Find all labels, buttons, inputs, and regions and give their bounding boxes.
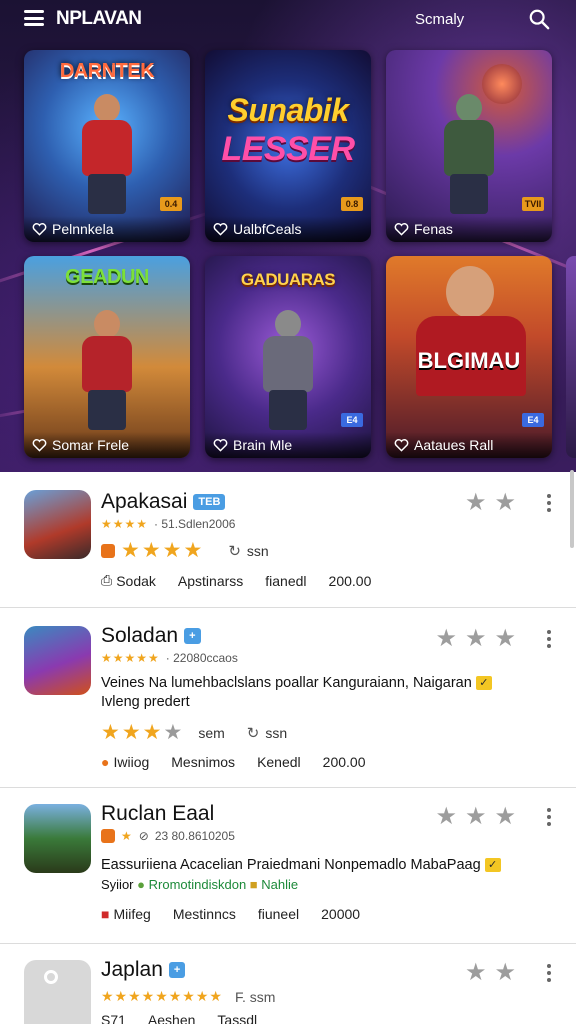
refresh-icon: ↻ <box>228 542 241 560</box>
app-name: Ruclan Eaal <box>101 802 215 825</box>
heart-icon[interactable] <box>394 438 409 452</box>
app-meta: ★★★★ · 51.Sdlen2006 <box>101 517 236 531</box>
game-card[interactable]: TVII Fenas <box>386 50 552 242</box>
card-caption-text: Pеlnnkela <box>52 221 114 237</box>
more-options-icon[interactable] <box>546 494 552 514</box>
check-icon: ✓ <box>475 676 492 691</box>
app-tag: + <box>168 962 186 979</box>
rating-badge: 0.4 <box>160 197 182 211</box>
search-icon[interactable] <box>528 8 550 30</box>
card-caption-text: Fenas <box>414 221 453 237</box>
app-title: NPLAVAN <box>56 8 142 29</box>
app-icon <box>24 626 91 695</box>
rate-stars[interactable]: ★★★ <box>435 802 524 831</box>
heart-icon[interactable] <box>394 222 409 236</box>
game-card[interactable]: Sunabik LESSER 0.8 UalbfCeals <box>205 50 371 242</box>
game-card[interactable]: DARNTEK 0.4 Pеlnnkela <box>24 50 190 242</box>
rate-stars[interactable]: ★★ <box>465 958 524 987</box>
badge-icon <box>101 829 115 843</box>
list-item[interactable]: Japlan + ★★★★★★★★★ F. ssm S71 Aeshen Tassdl… <box>0 944 576 1024</box>
character-figure <box>253 310 323 430</box>
rate-stars[interactable]: ★★★ <box>435 624 524 653</box>
card-caption: Fenas <box>386 216 552 242</box>
card-title-art: Sunabik <box>227 92 349 128</box>
rating-line: ★★★★ ↻ ssn <box>101 538 269 563</box>
badge-icon: ● <box>101 754 110 770</box>
rating-badge: E4 <box>341 413 363 427</box>
rating-badge: TVII <box>522 197 544 211</box>
card-title-art: DARNTEK <box>59 60 155 82</box>
card-caption: Brain Mle <box>205 432 371 458</box>
app-list: Apakasai TEB ★★★★ · 51.Sdlen2006 ★★★★ ↻ ss… <box>0 472 576 1024</box>
heart-icon[interactable] <box>32 438 47 452</box>
app-name: Japlan + <box>101 958 186 982</box>
app-icon <box>24 804 91 873</box>
gift-icon: ■ <box>249 877 258 892</box>
heart-icon[interactable] <box>213 222 228 236</box>
card-caption: Pеlnnkela <box>24 216 190 242</box>
top-app-bar: NPLAVAN Scmaly <box>0 0 576 38</box>
app-meta: ★★★★★ · 22080ccaos <box>101 651 238 665</box>
app-icon <box>24 960 91 1024</box>
promo-icon: ● <box>137 877 145 892</box>
refresh-icon: ↻ <box>246 724 260 742</box>
list-item[interactable]: Soladan + ★★★★★ · 22080ccaos Veines Na lum… <box>0 608 576 788</box>
character-figure <box>72 94 142 214</box>
card-caption: Somar Frele <box>24 432 190 458</box>
rating-line: ★★★★ sem ↻ ssn <box>101 721 288 744</box>
character-figure <box>434 94 504 214</box>
stats-line: ■ Miifeg Mestinncs fiuneel 20000 <box>101 906 361 922</box>
more-options-icon[interactable] <box>546 630 552 650</box>
card-caption-text: Aataues Rall <box>414 437 494 453</box>
game-card[interactable]: BLGIMAU E4 Aataues Rall <box>386 256 552 458</box>
scrollbar[interactable] <box>570 470 574 548</box>
card-caption: Aataues Rall <box>386 432 552 458</box>
card-title-art-2: LESSER <box>221 130 355 168</box>
download-icon: ⎙ <box>101 572 113 588</box>
app-tag: TEB <box>193 494 226 511</box>
card-caption-text: Brain Mle <box>233 437 293 453</box>
menu-icon[interactable] <box>24 10 44 26</box>
stats-line: ● Iwiiog Mesnimos Kenedl 200.00 <box>101 754 366 770</box>
badge-icon: ■ <box>101 906 110 922</box>
info-icon: ⊘ <box>138 829 149 843</box>
next-card-peek[interactable] <box>566 256 576 458</box>
more-options-icon[interactable] <box>546 964 552 984</box>
rating-badge: E4 <box>522 413 544 427</box>
heart-icon[interactable] <box>32 222 47 236</box>
stats-line: S71 Aeshen Tassdl <box>101 1012 258 1024</box>
character-figure <box>72 310 142 430</box>
app-description: Veines Na lumehbaclslans poallar Kangura… <box>101 674 501 712</box>
app-meta: ★ ⊘ 23 80.8610205 <box>101 829 235 843</box>
game-card[interactable]: GEADUN Somar Frele <box>24 256 190 458</box>
heart-icon[interactable] <box>213 438 228 452</box>
app-icon <box>24 490 91 559</box>
stats-line: ⎙ Sodak Apstinarss fianedl 200.00 <box>101 572 372 589</box>
list-item[interactable]: Apakasai TEB ★★★★ · 51.Sdlen2006 ★★★★ ↻ ss… <box>0 472 576 608</box>
app-tag: + <box>184 628 201 645</box>
game-card[interactable]: GADUARAS E4 Brain Mle <box>205 256 371 458</box>
more-options-icon[interactable] <box>546 808 552 828</box>
rate-stars[interactable]: ★★ <box>465 488 524 517</box>
badge-icon <box>101 543 115 558</box>
card-title-art: BLGIMAU <box>417 348 521 373</box>
app-name: Soladan + <box>101 624 201 648</box>
app-description: Eassuriiena Acacelian Praiedmani Nonpema… <box>101 856 501 894</box>
card-caption-text: Somar Frele <box>52 437 130 453</box>
card-title-art: GEADUN <box>65 266 149 288</box>
check-icon: ✓ <box>484 858 501 873</box>
app-name: Apakasai TEB <box>101 490 226 514</box>
rating-badge: 0.8 <box>341 197 363 211</box>
card-caption: UalbfCeals <box>205 216 371 242</box>
top-link[interactable]: Scmaly <box>415 11 464 28</box>
app-meta: ★★★★★★★★★ F. ssm <box>101 988 276 1005</box>
card-caption-text: UalbfCeals <box>233 221 302 237</box>
list-item[interactable]: Ruclan Eaal ★ ⊘ 23 80.8610205 Eassuriien… <box>0 788 576 944</box>
card-title-art: GADUARAS <box>240 270 336 289</box>
featured-carousel: NPLAVAN Scmaly DARNTEK 0.4 Pеlnnkela Sun… <box>0 0 576 472</box>
